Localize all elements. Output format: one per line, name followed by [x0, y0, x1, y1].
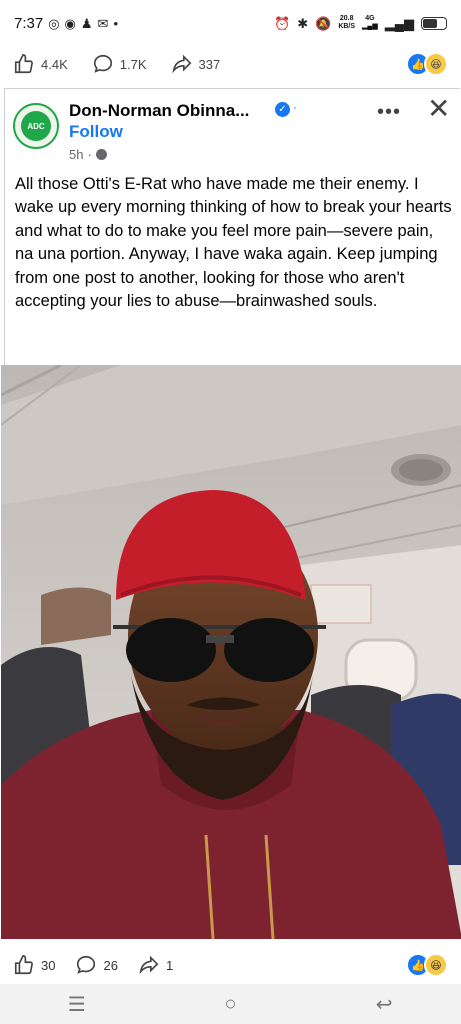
share-count-top[interactable]: 337 [171, 53, 220, 75]
more-options-button[interactable]: ••• [377, 101, 401, 124]
comment-icon [75, 954, 97, 976]
signal-icon: ▂▄▆ [384, 15, 414, 31]
author-avatar[interactable]: ADC [13, 103, 59, 149]
mute-icon: 🔕 [315, 15, 332, 31]
chat-icon: ✉ [97, 15, 109, 31]
share-icon [138, 954, 160, 976]
messenger-icon: ◉ [64, 15, 76, 31]
verified-badge-icon: ✓ [275, 102, 290, 117]
post-card: ADC Don-Norman Obinna... ✓ · Follow 5h ·… [1, 88, 461, 939]
bottom-reaction-bar: 30 26 1 👍 😆 [0, 944, 461, 986]
recent-apps-icon[interactable]: ☰ [57, 989, 97, 1019]
comment-count[interactable]: 26 [75, 954, 118, 976]
back-icon[interactable]: ↩ [364, 989, 404, 1019]
home-icon[interactable]: ○ [210, 989, 250, 1019]
system-nav-bar: ☰ ○ ↩ [0, 984, 461, 1024]
top-reaction-bar: 4.4K 1.7K 337 👍 😆 [0, 46, 461, 82]
status-bar: 7:37 ◎ ◉ ♟ ✉ • ⏰ ✱ 🔕 20.8 KB/S 4G ▂▄▆ ▂▄… [0, 0, 461, 46]
author-name[interactable]: Don-Norman Obinna... [69, 101, 249, 121]
comment-icon [92, 53, 114, 75]
adc-logo: ADC [21, 111, 51, 141]
battery-icon [421, 16, 447, 30]
haha-reaction-icon: 😆 [424, 52, 448, 76]
post-header: ADC Don-Norman Obinna... ✓ · Follow 5h ·… [5, 89, 460, 169]
globe-icon [95, 149, 107, 160]
haha-reaction-icon: 😆 [424, 953, 448, 977]
whatsapp-icon: ◎ [48, 15, 60, 31]
alarm-icon: ⏰ [274, 15, 291, 31]
reaction-emojis-top[interactable]: 👍 😆 [406, 52, 448, 76]
like-icon [13, 53, 35, 75]
status-time: 7:37 [14, 14, 44, 32]
people-icon: ♟ [80, 15, 93, 31]
comment-count-top[interactable]: 1.7K [92, 53, 147, 75]
like-icon [13, 954, 35, 976]
close-button[interactable]: ✕ [427, 95, 450, 123]
net-speed: 20.8 KB/S [338, 15, 356, 30]
post-text: All those Otti's E-Rat who have made me … [15, 175, 452, 311]
like-count[interactable]: 30 [13, 954, 55, 976]
share-count[interactable]: 1 [138, 954, 173, 976]
network-indicator: 4G ▂▄▆ [362, 15, 378, 30]
separator-dot: · [293, 100, 297, 114]
share-icon [171, 53, 193, 75]
post-time[interactable]: 5h · [69, 147, 107, 162]
like-count-top[interactable]: 4.4K [13, 53, 68, 75]
reaction-emojis[interactable]: 👍 😆 [406, 953, 448, 977]
dot-icon: • [113, 15, 119, 31]
post-photo[interactable] [1, 365, 461, 939]
follow-button[interactable]: Follow [69, 122, 123, 142]
bluetooth-icon: ✱ [297, 15, 309, 31]
